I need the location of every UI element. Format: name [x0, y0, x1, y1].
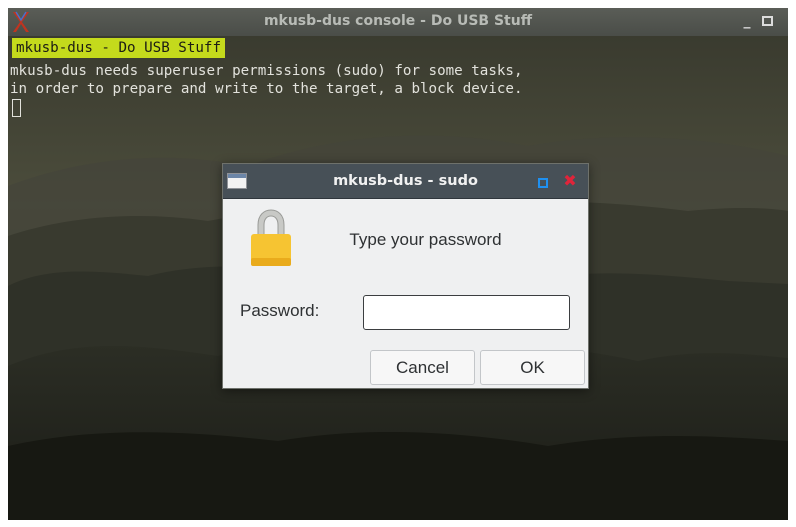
console-maximize-button[interactable] [762, 16, 773, 26]
console-minimize-button[interactable]: _ [738, 12, 756, 30]
terminal-cursor [12, 99, 21, 117]
dialog-close-button[interactable]: ✖ [562, 171, 578, 191]
ok-button[interactable]: OK [480, 350, 585, 385]
password-prompt: Type your password [349, 230, 502, 249]
terminal-line: mkusb-dus needs superuser permissions (s… [10, 63, 523, 79]
sudo-dialog: mkusb-dus - sudo ✖ Type your password Pa… [222, 163, 589, 389]
console-titlebar[interactable]: mkusb-dus console - Do USB Stuff _ [8, 8, 788, 36]
dialog-maximize-button[interactable] [538, 178, 548, 188]
terminal-line: in order to prepare and write to the tar… [10, 81, 523, 97]
terminal-heading: mkusb-dus - Do USB Stuff [12, 38, 225, 58]
password-input[interactable] [363, 295, 570, 330]
dialog-title: mkusb-dus - sudo [333, 173, 478, 189]
console-window-title: mkusb-dus console - Do USB Stuff [263, 13, 533, 29]
dialog-titlebar[interactable]: mkusb-dus - sudo ✖ [223, 164, 588, 199]
password-label: Password: [240, 301, 320, 320]
cancel-button[interactable]: Cancel [370, 350, 475, 385]
